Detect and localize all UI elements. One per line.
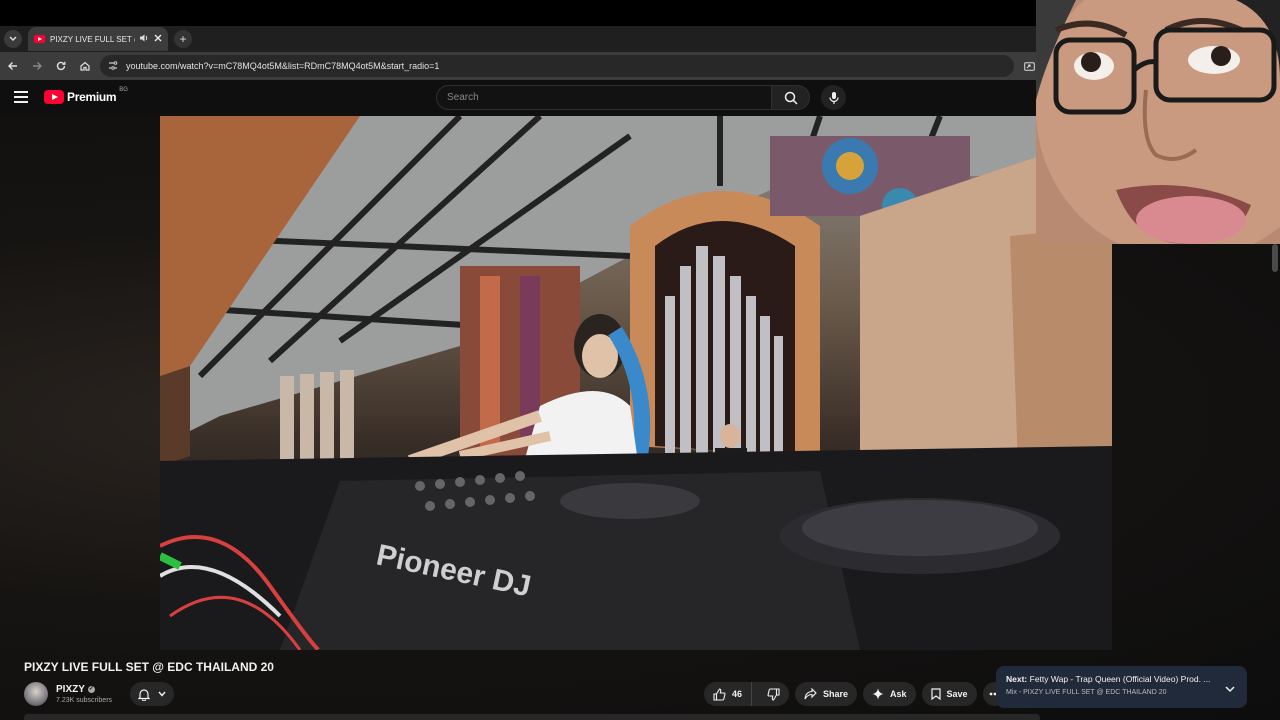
voice-search-button[interactable]	[821, 85, 846, 110]
arrow-left-icon	[8, 62, 17, 70]
menu-icon[interactable]	[14, 91, 28, 103]
video-frame: Pioneer DJ	[160, 116, 1112, 650]
tab-title: PIXZY LIVE FULL SET @ EDC	[50, 34, 135, 44]
video-actions: 46 Share Ask Save	[704, 682, 1007, 706]
youtube-play-icon	[44, 90, 64, 104]
channel-avatar[interactable]	[24, 682, 48, 706]
channel-row: PIXZY ✓ 7.23K subscribers	[24, 681, 175, 707]
subscriber-count: 7.23K subscribers	[56, 697, 113, 704]
reload-icon	[56, 61, 66, 71]
browser-tab-bar: PIXZY LIVE FULL SET @ EDC +	[0, 26, 1040, 52]
share-button[interactable]: Share	[795, 682, 858, 706]
close-icon[interactable]	[154, 34, 162, 44]
up-next-video-title: Fetty Wap - Trap Queen (Official Video) …	[1029, 674, 1211, 684]
bell-icon	[138, 688, 151, 701]
chevron-down-icon	[1225, 686, 1235, 693]
like-count: 46	[732, 689, 743, 699]
webcam-face-image	[1036, 0, 1280, 244]
reload-button[interactable]	[50, 55, 72, 77]
thumbs-down-icon	[767, 687, 780, 701]
channel-name-row: PIXZY ✓	[56, 684, 112, 695]
new-tab-button[interactable]: +	[174, 30, 192, 48]
home-icon	[80, 61, 90, 71]
description-panel-edge	[24, 714, 1040, 720]
channel-name[interactable]: PIXZY	[56, 684, 85, 695]
expand-playlist-button[interactable]	[1225, 680, 1235, 698]
browser-tab[interactable]: PIXZY LIVE FULL SET @ EDC	[28, 27, 168, 51]
youtube-favicon-icon	[34, 35, 45, 43]
search-input[interactable]: Search	[436, 85, 772, 110]
chevron-down-icon	[158, 691, 166, 697]
save-label: Save	[946, 689, 968, 699]
youtube-premium-logo[interactable]: Premium BG	[44, 87, 128, 104]
search-icon	[784, 91, 798, 105]
region-code: BG	[119, 87, 128, 93]
like-dislike-group: 46	[704, 682, 790, 706]
like-button[interactable]: 46	[704, 682, 753, 706]
microphone-icon	[828, 91, 839, 104]
home-button[interactable]	[74, 55, 96, 77]
up-next-prefix: Next:	[1006, 674, 1028, 684]
ask-button[interactable]: Ask	[863, 682, 916, 706]
back-button[interactable]	[2, 55, 24, 77]
up-next-playlist: Mix - PIXZY LIVE FULL SET @ EDC THAILAND…	[1006, 689, 1167, 696]
up-next-card[interactable]: Next: Fetty Wap - Trap Queen (Official V…	[996, 666, 1247, 708]
tab-search-button[interactable]	[4, 30, 22, 48]
site-info-icon[interactable]	[108, 60, 118, 72]
speaker-icon[interactable]	[140, 34, 149, 44]
ask-label: Ask	[890, 689, 907, 699]
search-button[interactable]	[772, 85, 810, 110]
chevron-down-icon	[9, 36, 17, 42]
video-player[interactable]: Pioneer DJ	[160, 116, 1112, 650]
page-scrollbar[interactable]	[1272, 244, 1278, 272]
dislike-button[interactable]	[758, 682, 789, 706]
sparkle-icon	[872, 688, 884, 700]
logo-text: Premium	[67, 90, 117, 104]
up-next-title: Next: Fetty Wap - Trap Queen (Official V…	[1006, 674, 1211, 684]
channel-info: PIXZY ✓ 7.23K subscribers	[56, 684, 112, 704]
video-title: PIXZY LIVE FULL SET @ EDC THAILAND 20	[24, 660, 274, 674]
verified-icon: ✓	[87, 686, 95, 693]
subscription-bell-button[interactable]	[130, 682, 175, 706]
browser-toolbar: youtube.com/watch?v=mC78MQ4ot5M&list=RDm…	[0, 52, 1040, 80]
share-icon	[804, 688, 817, 700]
share-label: Share	[823, 689, 849, 699]
webcam-overlay	[1036, 0, 1280, 244]
youtube-header: Premium BG Search	[0, 80, 1040, 116]
forward-button[interactable]	[26, 55, 48, 77]
save-button[interactable]: Save	[921, 682, 977, 706]
arrow-right-icon	[33, 62, 42, 70]
thumbs-up-icon	[713, 687, 726, 701]
bookmark-icon	[930, 688, 941, 700]
url-text: youtube.com/watch?v=mC78MQ4ot5M&list=RDm…	[126, 61, 440, 71]
address-bar[interactable]: youtube.com/watch?v=mC78MQ4ot5M&list=RDm…	[100, 55, 1014, 77]
